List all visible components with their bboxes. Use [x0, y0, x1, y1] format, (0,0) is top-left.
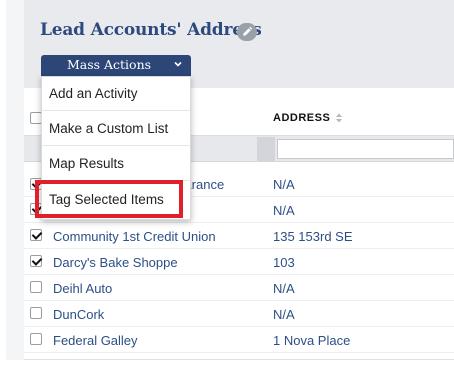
menu-item-add-activity[interactable]: Add an Activity — [42, 77, 190, 111]
menu-item-make-custom-list[interactable]: Make a Custom List — [42, 112, 190, 146]
row-address: 1 Nova Place — [273, 333, 351, 348]
menu-item-map-results[interactable]: Map Results — [42, 147, 190, 181]
row-address: 103 — [273, 255, 295, 270]
column-header-address[interactable]: ADDRESS — [273, 112, 330, 124]
row-name-link[interactable]: Federal Galley — [53, 333, 138, 348]
mass-actions-menu: Add an Activity Make a Custom List Map R… — [41, 76, 191, 220]
row-address: 135 153rd SE — [273, 229, 353, 244]
left-gutter — [6, 0, 24, 360]
sort-arrows-icon[interactable] — [335, 112, 343, 124]
mass-actions-button[interactable]: Mass Actions — [41, 55, 191, 76]
row-address: N/A — [273, 177, 295, 192]
row-checkbox[interactable] — [30, 229, 42, 241]
row-checkbox[interactable] — [30, 333, 42, 345]
chevron-down-icon — [174, 61, 182, 67]
mass-actions-label: Mass Actions — [66, 57, 152, 72]
row-checkbox[interactable] — [30, 281, 42, 293]
row-name-link[interactable]: DunCork — [53, 307, 104, 322]
column-resize-handle[interactable] — [257, 137, 275, 161]
page-title: Lead Accounts' Address — [40, 20, 262, 40]
row-address: N/A — [273, 281, 295, 296]
row-checkbox[interactable] — [30, 307, 42, 319]
menu-item-tag-selected[interactable]: Tag Selected Items — [42, 182, 190, 216]
row-address: N/A — [273, 307, 295, 322]
row-address: N/A — [273, 203, 295, 218]
address-filter-input[interactable] — [277, 139, 454, 159]
row-name-link[interactable]: Darcy's Bake Shoppe — [53, 255, 178, 270]
row-name-link[interactable]: Community 1st Credit Union — [53, 229, 216, 244]
pencil-icon[interactable] — [237, 23, 257, 41]
row-checkbox[interactable] — [30, 255, 42, 267]
row-name-link[interactable]: Deihl Auto — [53, 281, 112, 296]
